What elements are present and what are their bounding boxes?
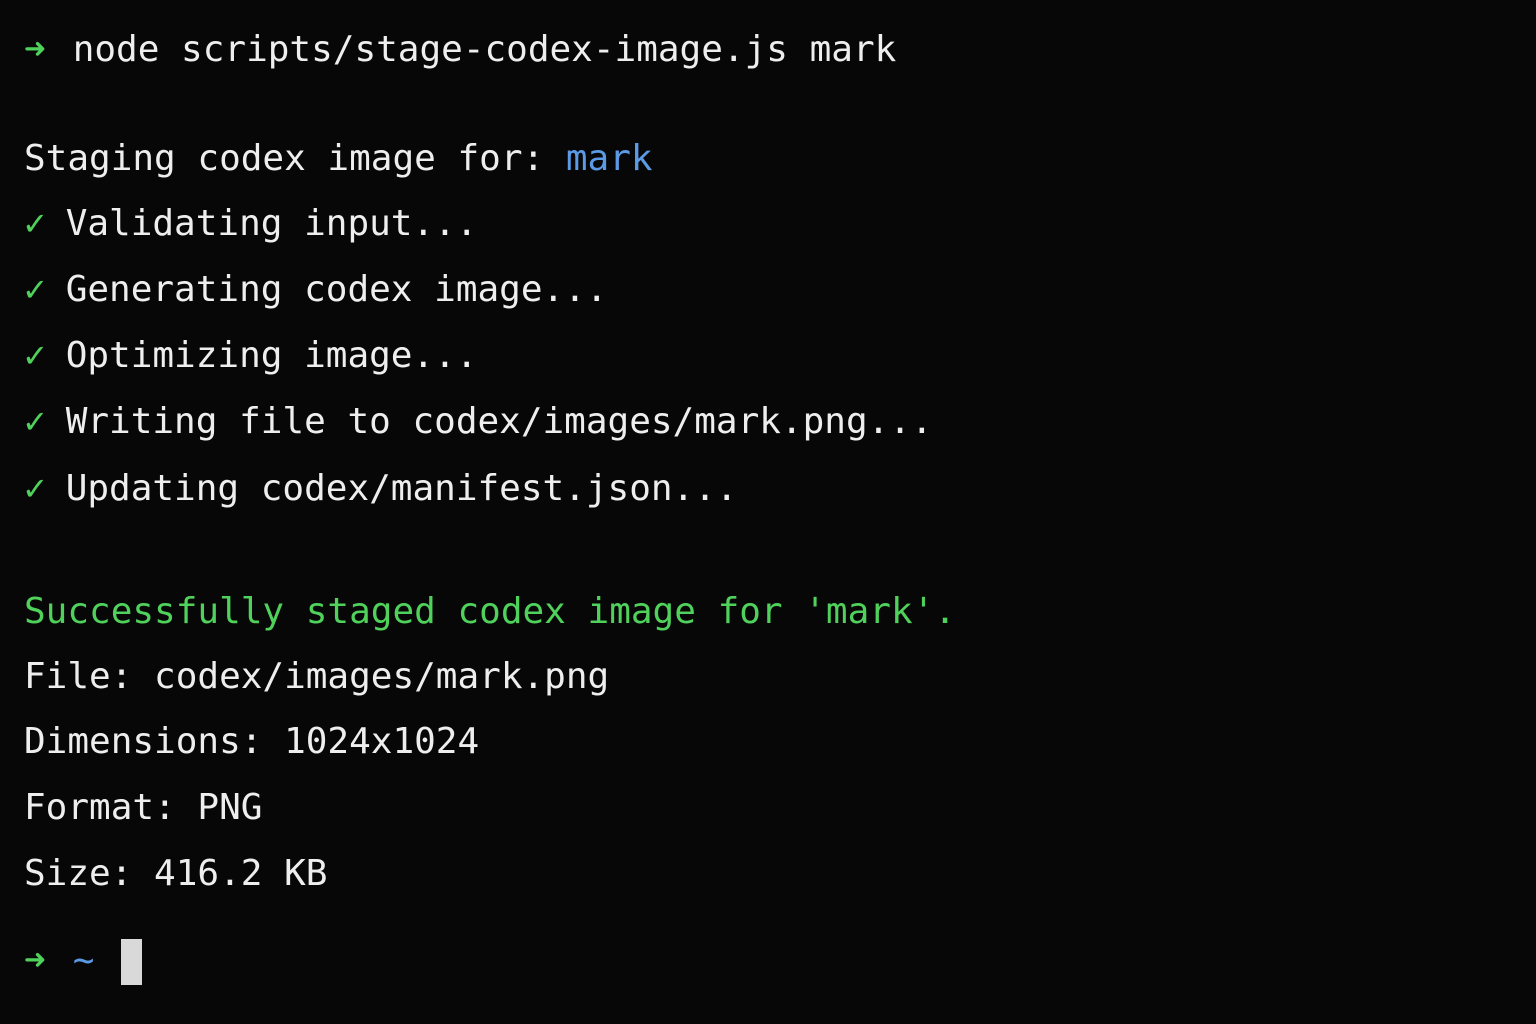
format-info: Format: PNG bbox=[24, 787, 263, 828]
staging-header: Staging codex image for: mark bbox=[24, 134, 653, 184]
checkmark-icon: ✓ bbox=[24, 401, 46, 442]
checkmark-icon: ✓ bbox=[24, 335, 46, 376]
step-line: ✓ Generating codex image... bbox=[24, 265, 608, 315]
checkmark-icon: ✓ bbox=[24, 269, 46, 310]
dimensions-info: Dimensions: 1024x1024 bbox=[24, 721, 480, 762]
size-info: Size: 416.2 KB bbox=[24, 853, 328, 894]
step-text: Validating input... bbox=[65, 203, 478, 244]
step-text: Updating codex/manifest.json... bbox=[65, 468, 738, 509]
step-line: ✓ Validating input... bbox=[24, 199, 478, 249]
checkmark-icon: ✓ bbox=[24, 203, 46, 244]
step-text: Generating codex image... bbox=[65, 269, 608, 310]
step-text: Writing file to codex/images/mark.png... bbox=[65, 401, 933, 442]
command-text: node scripts/stage-codex-image.js mark bbox=[72, 29, 897, 70]
prompt-arrow-icon: ➜ bbox=[24, 940, 46, 981]
prompt-arrow-icon: ➜ bbox=[24, 29, 46, 70]
step-line: ✓ Writing file to codex/images/mark.png..… bbox=[24, 397, 933, 447]
staging-label: Staging codex image for: bbox=[24, 138, 566, 179]
staging-target: mark bbox=[565, 138, 653, 179]
checkmark-icon: ✓ bbox=[24, 468, 46, 509]
success-message: Successfully staged codex image for 'mar… bbox=[24, 591, 956, 632]
file-info: File: codex/images/mark.png bbox=[24, 656, 610, 697]
cwd-tilde: ~ bbox=[72, 940, 95, 981]
final-prompt-line[interactable]: ➜ ~ bbox=[24, 936, 143, 986]
terminal-window[interactable]: ➜ node scripts/stage-codex-image.js mark … bbox=[0, 0, 1536, 1024]
step-text: Optimizing image... bbox=[65, 335, 478, 376]
text-cursor[interactable] bbox=[121, 939, 143, 985]
step-line: ✓ Optimizing image... bbox=[24, 331, 478, 381]
command-line: ➜ node scripts/stage-codex-image.js mark bbox=[24, 25, 896, 75]
step-line: ✓ Updating codex/manifest.json... bbox=[24, 464, 738, 514]
